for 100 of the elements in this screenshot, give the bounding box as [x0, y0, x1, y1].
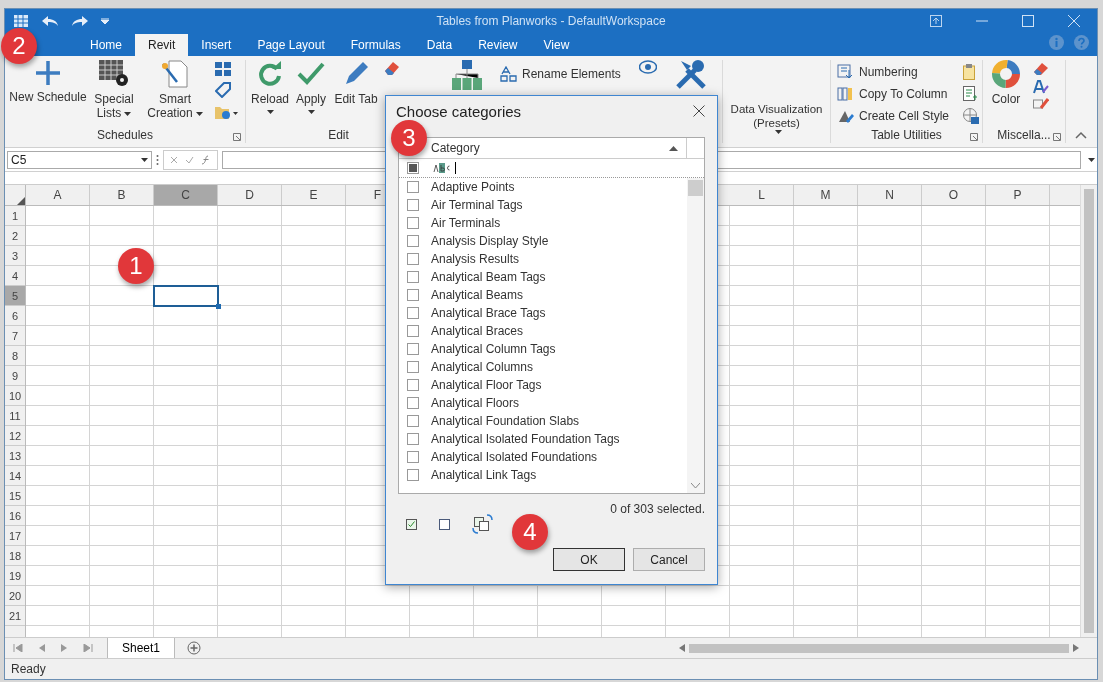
redo-icon[interactable] [71, 14, 89, 27]
ribbon-button[interactable]: Special Lists [93, 60, 135, 121]
ribbon-tab[interactable]: Page Layout [244, 34, 338, 57]
row-header[interactable]: 12 [5, 426, 25, 447]
ribbon-button[interactable]: Edit Tab [334, 60, 378, 107]
ok-button[interactable]: OK [553, 548, 625, 571]
row-header[interactable]: 3 [5, 246, 25, 267]
category-label[interactable]: Air Terminal Tags [431, 198, 523, 212]
row-header[interactable]: 7 [5, 326, 25, 347]
row-header[interactable]: 11 [5, 406, 25, 427]
ribbon-tab[interactable]: Home [77, 34, 135, 57]
checkbox[interactable] [407, 433, 419, 445]
eraser-icon[interactable] [384, 60, 400, 77]
dialog-launcher-icon[interactable] [233, 132, 241, 141]
row-header[interactable]: 10 [5, 386, 25, 407]
checkbox[interactable] [407, 289, 419, 301]
add-sheet-icon[interactable] [187, 641, 202, 656]
grip-icon[interactable] [156, 153, 159, 166]
checkbox[interactable] [407, 343, 419, 355]
checkbox[interactable] [407, 469, 419, 481]
row-header[interactable]: 5 [5, 286, 25, 307]
checkbox[interactable] [407, 379, 419, 391]
dialog-launcher-icon[interactable] [1053, 132, 1061, 141]
check-all-icon[interactable] [406, 518, 417, 530]
vertical-scrollbar[interactable] [1080, 185, 1097, 638]
folder-gear-icon[interactable] [215, 104, 239, 121]
ribbon-button[interactable]: Reload [252, 60, 288, 115]
column-header[interactable]: P [986, 185, 1050, 206]
spreadsheet-icon[interactable] [13, 12, 29, 29]
uncheck-all-icon[interactable] [439, 518, 450, 530]
category-label[interactable]: Analysis Display Style [431, 234, 549, 248]
category-label[interactable]: Analytical Floor Tags [431, 378, 542, 392]
ribbon-button[interactable]: Color [989, 60, 1023, 107]
scroll-right-icon[interactable] [1073, 644, 1079, 653]
row-header[interactable]: 9 [5, 366, 25, 387]
checkbox[interactable] [407, 325, 419, 337]
ribbon-tab[interactable]: Revit [135, 34, 189, 57]
tools-icon[interactable] [674, 60, 707, 91]
close-icon[interactable] [693, 105, 705, 117]
ribbon-tab[interactable]: Insert [188, 34, 245, 57]
checkbox[interactable] [407, 217, 419, 229]
checkbox[interactable] [407, 451, 419, 463]
category-label[interactable]: Analytical Foundation Slabs [431, 414, 580, 428]
next-sheet-icon[interactable] [61, 644, 67, 653]
checkbox[interactable] [407, 415, 419, 427]
scroll-thumb[interactable] [688, 180, 703, 196]
row-header[interactable]: 16 [5, 506, 25, 527]
tag-icon[interactable] [215, 82, 231, 99]
row-header[interactable]: 2 [5, 226, 25, 247]
checkbox[interactable] [407, 199, 419, 211]
enter-icon[interactable] [185, 155, 194, 164]
cell-brush-icon[interactable] [1033, 98, 1049, 111]
checkbox[interactable] [407, 181, 419, 193]
column-header[interactable]: A [26, 185, 90, 206]
globe-icon[interactable] [963, 108, 980, 125]
sheet-tab[interactable]: Sheet1 [107, 638, 176, 659]
restore-ribbon-icon[interactable] [930, 14, 942, 27]
function-icon[interactable] [201, 154, 211, 165]
numbering-icon[interactable] [837, 64, 855, 81]
document-wand-icon[interactable] [161, 60, 189, 89]
category-label[interactable]: Analytical Beam Tags [431, 270, 546, 284]
ribbon-tab[interactable]: View [530, 34, 583, 57]
ribbon-button[interactable]: Apply [294, 60, 328, 115]
category-label[interactable]: Analysis Results [431, 252, 520, 266]
category-label[interactable]: Analytical Link Tags [431, 468, 537, 482]
eraser-icon[interactable] [1033, 62, 1049, 77]
name-box[interactable]: C5 [7, 150, 152, 169]
eye-icon[interactable] [638, 60, 657, 75]
color-wheel-icon[interactable] [992, 60, 1020, 89]
checkbox[interactable] [407, 271, 419, 283]
first-sheet-icon[interactable] [13, 644, 23, 653]
row-header[interactable]: 14 [5, 466, 25, 487]
cancel-icon[interactable] [170, 155, 178, 164]
row-header[interactable]: 17 [5, 526, 25, 547]
row-header[interactable]: 21 [5, 606, 25, 627]
ribbon-button[interactable]: Data Visualization (Presets) [723, 102, 830, 135]
ribbon-button[interactable]: Copy To Column [837, 84, 950, 105]
category-label[interactable]: Adaptive Points [431, 180, 515, 194]
ribbon-button[interactable]: Rename Elements [500, 64, 621, 85]
ribbon-button[interactable]: Smart Creation [143, 60, 207, 121]
row-header[interactable]: 13 [5, 446, 25, 467]
category-label[interactable]: Analytical Isolated Foundations [431, 450, 598, 464]
row-header[interactable]: 1 [5, 206, 25, 227]
font-brush-icon[interactable] [1033, 80, 1049, 95]
ribbon-button[interactable]: Create Cell Style [837, 106, 950, 127]
reload-icon[interactable] [256, 60, 284, 89]
scroll-down-icon[interactable] [691, 483, 700, 489]
text-filter-icon[interactable] [433, 163, 451, 173]
category-label[interactable]: Analytical Brace Tags [431, 306, 546, 320]
table-gear-icon[interactable] [99, 60, 129, 89]
column-header[interactable]: M [794, 185, 858, 206]
category-label[interactable]: Analytical Column Tags [431, 342, 556, 356]
list-add-icon[interactable] [963, 86, 978, 103]
checkbox[interactable] [407, 235, 419, 247]
hierarchy-icon[interactable] [452, 60, 482, 91]
category-label[interactable]: Analytical Isolated Foundation Tags [431, 432, 620, 446]
rename-icon[interactable] [500, 66, 518, 83]
column-header[interactable]: L [730, 185, 794, 206]
column-header[interactable]: O [922, 185, 986, 206]
invert-selection-icon[interactable] [472, 514, 494, 534]
